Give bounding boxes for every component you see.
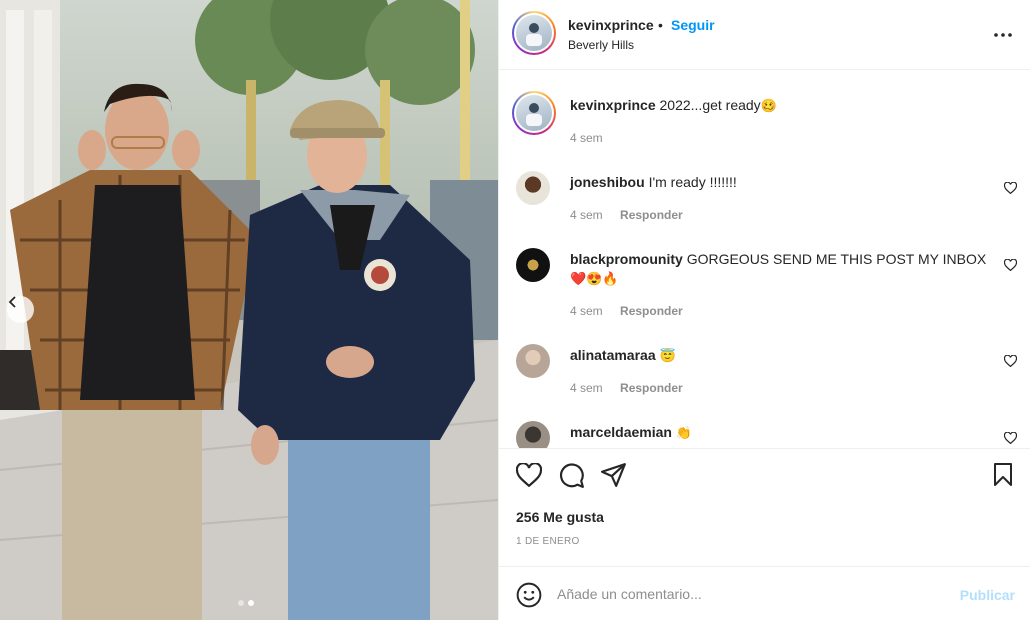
comment-username[interactable]: blackpromounity bbox=[570, 251, 683, 267]
carousel-prev-button[interactable] bbox=[7, 296, 34, 323]
post-header: kevinxprince • Seguir Beverly Hills bbox=[499, 0, 1030, 70]
author-username[interactable]: kevinxprince bbox=[568, 17, 654, 33]
comment-like-button[interactable] bbox=[1003, 181, 1018, 197]
comment-username[interactable]: marceldaemian bbox=[570, 424, 672, 440]
post-panel: kevinxprince • Seguir Beverly Hills kevi… bbox=[498, 0, 1030, 620]
header-separator: • bbox=[658, 17, 663, 33]
bookmark-icon bbox=[994, 463, 1012, 486]
emoji-picker-button[interactable] bbox=[516, 582, 542, 611]
heart-icon bbox=[1003, 354, 1018, 368]
comment-body: GORGEOUS SEND ME THIS POST MY INBOX bbox=[686, 251, 987, 267]
comment-composer: Publicar bbox=[499, 566, 1030, 620]
post-photo[interactable] bbox=[0, 0, 498, 620]
reply-button[interactable]: Responder bbox=[620, 304, 683, 318]
comment-text: blackpromounity GORGEOUS SEND ME THIS PO… bbox=[570, 250, 990, 288]
more-options-button[interactable] bbox=[994, 24, 1012, 40]
comment-emoji: 😇 bbox=[659, 348, 676, 363]
comment-username[interactable]: alinatamaraa bbox=[570, 347, 656, 363]
comment-meta: 4 sem Responder bbox=[570, 208, 697, 222]
chevron-left-icon bbox=[8, 296, 16, 308]
caption-time[interactable]: 4 sem bbox=[570, 131, 603, 145]
commenter-avatar[interactable] bbox=[516, 344, 550, 378]
carousel-indicator bbox=[238, 600, 254, 606]
comment-meta: 4 sem Responder bbox=[570, 381, 697, 395]
heart-icon bbox=[515, 462, 543, 488]
heart-icon bbox=[1003, 431, 1018, 445]
reply-button[interactable]: Responder bbox=[620, 381, 683, 395]
save-button[interactable] bbox=[992, 463, 1014, 490]
comment-text: marceldaemian 👏 bbox=[570, 423, 990, 442]
caption-body: 2022...get ready bbox=[659, 97, 761, 113]
author-avatar[interactable] bbox=[512, 11, 556, 55]
caption-author-avatar[interactable] bbox=[512, 91, 556, 135]
post-date[interactable]: 1 DE ENERO bbox=[516, 536, 580, 547]
like-button[interactable] bbox=[515, 462, 543, 490]
carousel-dot-active bbox=[248, 600, 254, 606]
share-button[interactable] bbox=[601, 463, 627, 490]
commenter-avatar[interactable] bbox=[516, 171, 550, 205]
caption-username[interactable]: kevinxprince bbox=[570, 97, 656, 113]
comment-like-button[interactable] bbox=[1003, 431, 1018, 447]
caption-emoji: 🥴 bbox=[760, 98, 777, 113]
comment-time[interactable]: 4 sem bbox=[570, 208, 603, 222]
comment-body: I'm ready !!!!!!! bbox=[648, 174, 737, 190]
likes-count[interactable]: 256 Me gusta bbox=[516, 509, 604, 525]
post-location[interactable]: Beverly Hills bbox=[568, 38, 634, 52]
carousel-dot bbox=[238, 600, 244, 606]
reply-button[interactable]: Responder bbox=[620, 208, 683, 222]
comment-time[interactable]: 4 sem bbox=[570, 304, 603, 318]
comment-like-button[interactable] bbox=[1003, 354, 1018, 370]
heart-icon bbox=[1003, 181, 1018, 195]
user-photo-icon bbox=[526, 23, 542, 46]
comment-text: joneshibou I'm ready !!!!!!! bbox=[570, 173, 990, 192]
commenter-avatar[interactable] bbox=[516, 248, 550, 282]
more-horizontal-icon bbox=[994, 33, 1012, 37]
user-photo-icon bbox=[526, 103, 542, 126]
comment-button[interactable] bbox=[559, 463, 585, 492]
comment-text: alinatamaraa 😇 bbox=[570, 346, 990, 365]
post-actions: 256 Me gusta 1 DE ENERO bbox=[499, 448, 1030, 566]
comment-username[interactable]: joneshibou bbox=[570, 174, 645, 190]
follow-button[interactable]: Seguir bbox=[671, 17, 715, 33]
comment-like-button[interactable] bbox=[1003, 258, 1018, 274]
comment-emoji: 👏 bbox=[675, 425, 693, 440]
comments-list[interactable]: kevinxprince 2022...get ready🥴 4 sem jon… bbox=[499, 71, 1030, 448]
comment-emoji: ❤️😍🔥 bbox=[570, 271, 619, 286]
comment-meta: 4 sem Responder bbox=[570, 304, 697, 318]
commenter-avatar[interactable] bbox=[516, 421, 550, 448]
smiley-icon bbox=[516, 582, 542, 608]
comment-input[interactable] bbox=[557, 581, 937, 607]
caption-text: kevinxprince 2022...get ready🥴 bbox=[570, 96, 990, 115]
photo-illustration bbox=[0, 0, 498, 620]
comment-time[interactable]: 4 sem bbox=[570, 381, 603, 395]
comment-icon bbox=[560, 463, 584, 488]
share-icon bbox=[601, 463, 626, 487]
publish-button[interactable]: Publicar bbox=[960, 587, 1015, 603]
heart-icon bbox=[1003, 258, 1018, 272]
caption-meta: 4 sem bbox=[570, 131, 617, 145]
